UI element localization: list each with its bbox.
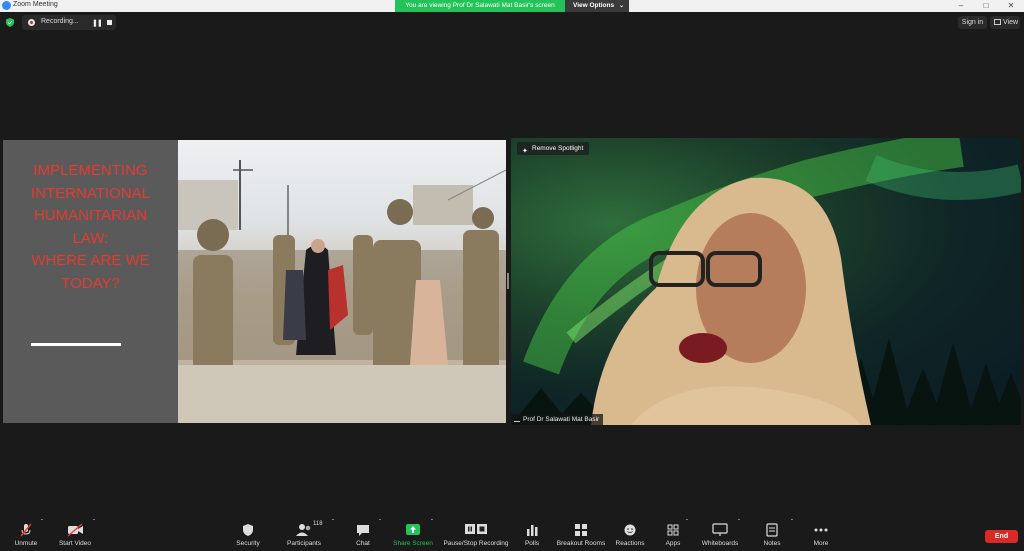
notes-icon — [766, 523, 778, 537]
start-video-button[interactable]: Start Video — [55, 519, 95, 551]
notes-label: Notes — [763, 540, 781, 547]
reactions-label: Reactions — [615, 540, 645, 547]
reactions-button[interactable]: Reactions — [612, 519, 648, 551]
shield-icon — [243, 524, 253, 536]
stop-recording-icon[interactable] — [107, 20, 112, 25]
chevron-down-icon: ⌄ — [618, 3, 624, 9]
zoom-app-icon — [2, 1, 11, 10]
participants-count: 118 — [313, 521, 323, 527]
participants-label: Participants — [287, 540, 321, 547]
shield-icon[interactable] — [6, 18, 14, 27]
slide-title-panel: IMPLEMENTING INTERNATIONAL HUMANITARIAN … — [3, 140, 178, 423]
pin-icon: ✦ — [522, 148, 528, 155]
minimize-button[interactable]: – — [950, 0, 972, 12]
start-video-label: Start Video — [58, 540, 92, 547]
maximize-button[interactable]: □ — [975, 0, 997, 12]
slide-photo — [178, 140, 506, 423]
recording-icon — [28, 19, 35, 26]
video-off-icon — [67, 523, 83, 537]
chat-button[interactable]: Chat — [348, 519, 378, 551]
slide-divider-line — [31, 343, 121, 346]
participant-name: Prof Dr Salawati Mat Basir — [523, 416, 600, 423]
signal-bars-icon — [514, 417, 520, 422]
breakout-rooms-button[interactable]: Breakout Rooms — [554, 519, 608, 551]
notes-button[interactable]: Notes — [758, 519, 786, 551]
remove-spotlight-label: Remove Spotlight — [532, 145, 584, 152]
view-options-label: View Options — [573, 2, 615, 9]
window-title: Zoom Meeting — [13, 1, 58, 8]
participants-caret-icon[interactable]: ˆ — [329, 519, 337, 551]
chat-icon — [357, 525, 369, 536]
more-label: More — [813, 540, 829, 547]
slide-title-line: LAW: — [72, 229, 109, 247]
more-button[interactable]: More — [808, 519, 834, 551]
breakout-rooms-icon — [575, 524, 587, 536]
share-screen-icon — [406, 524, 420, 535]
slide-title-line: HUMANITARIAN — [33, 207, 148, 224]
apps-caret-icon[interactable]: ˆ — [683, 519, 691, 551]
close-button[interactable]: ✕ — [1000, 0, 1022, 12]
slide-title-line: WHERE ARE WE — [31, 252, 150, 269]
smiley-icon — [624, 524, 636, 536]
notes-caret-icon[interactable]: ˆ — [788, 519, 796, 551]
viewing-banner: You are viewing Prof Dr Salawati Mat Bas… — [395, 0, 565, 12]
sign-in-button[interactable]: Sign in — [958, 16, 987, 29]
share-options-caret-icon[interactable]: ˆ — [428, 519, 436, 551]
view-button-label: View — [1003, 19, 1019, 26]
participants-icon — [296, 524, 311, 536]
shared-screen: IMPLEMENTING INTERNATIONAL HUMANITARIAN … — [3, 140, 506, 423]
muted-microphone-icon — [20, 523, 32, 537]
grid-view-icon — [994, 19, 1001, 25]
end-meeting-button[interactable]: End — [985, 530, 1018, 543]
recording-control-label: Pause/Stop Recording — [443, 540, 509, 547]
chat-caret-icon[interactable]: ˆ — [376, 519, 384, 551]
chat-label: Chat — [356, 540, 370, 547]
security-button[interactable]: Security — [230, 519, 266, 551]
more-dots-icon — [814, 528, 828, 532]
meeting-toolbar: Unmute ˆ Start Video ˆ Security 118 Part… — [0, 519, 1024, 551]
recording-label: Recording... — [41, 18, 79, 25]
pause-stop-recording-button[interactable]: Pause/Stop Recording — [441, 519, 511, 551]
participant-name-tag: Prof Dr Salawati Mat Basir — [511, 414, 604, 425]
apps-icon — [667, 524, 679, 536]
polls-icon — [527, 525, 538, 536]
slide-title-line: INTERNATIONAL — [31, 184, 150, 202]
slide-title-line: IMPLEMENTING — [33, 162, 148, 179]
pause-recording-icon[interactable]: ❚❚ — [92, 19, 103, 27]
speaker-video-tile: ✦ Remove Spotlight Prof Dr Salawati Mat … — [511, 138, 1021, 425]
breakout-rooms-label: Breakout Rooms — [556, 540, 606, 547]
whiteboard-icon — [712, 523, 728, 536]
pause-stop-icon — [465, 524, 487, 534]
polls-button[interactable]: Polls — [518, 519, 546, 551]
security-label: Security — [236, 540, 260, 547]
slide-title-line: TODAY? — [61, 274, 120, 292]
audio-options-caret-icon[interactable]: ˆ — [38, 519, 46, 551]
video-options-caret-icon[interactable]: ˆ — [90, 519, 98, 551]
view-button[interactable]: View — [990, 16, 1020, 29]
split-resize-handle[interactable] — [507, 273, 509, 289]
whiteboards-caret-icon[interactable]: ˆ — [735, 519, 743, 551]
participants-button[interactable]: 118 Participants — [284, 519, 324, 551]
recording-indicator: Recording... ❚❚ — [22, 15, 116, 30]
remove-spotlight-button[interactable]: ✦ Remove Spotlight — [517, 142, 590, 155]
view-options-button[interactable]: View Options ⌄ — [565, 0, 629, 12]
slide-title: IMPLEMENTING INTERNATIONAL HUMANITARIAN … — [9, 160, 172, 295]
polls-label: Polls — [524, 540, 540, 547]
